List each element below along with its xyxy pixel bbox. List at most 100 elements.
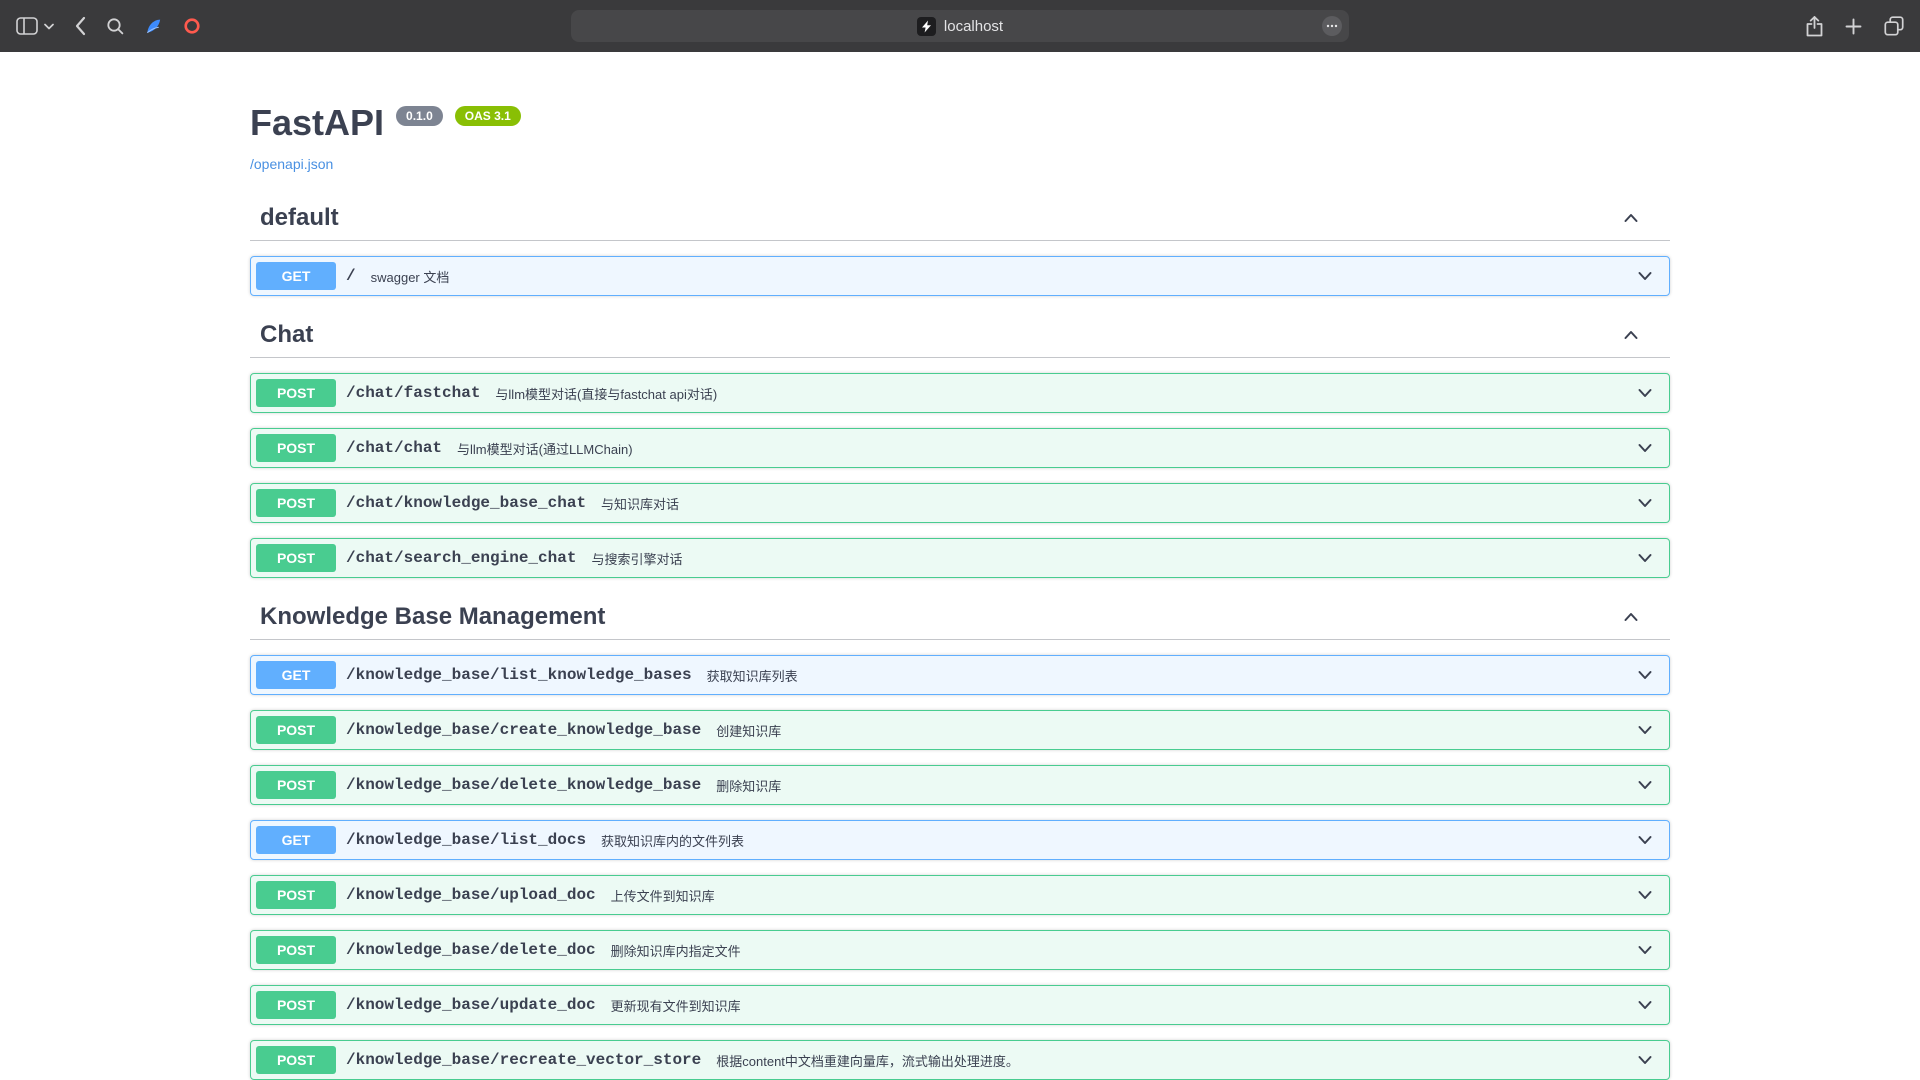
operation-description: swagger 文档 [371, 267, 1635, 286]
operation-description: 与llm模型对话(通过LLMChain) [457, 439, 1635, 458]
collapse-section-icon[interactable] [1621, 208, 1641, 228]
section-header[interactable]: default [250, 199, 1670, 241]
method-badge: GET [256, 262, 336, 290]
page-options-icon[interactable] [1322, 16, 1342, 36]
search-icon[interactable] [106, 17, 124, 35]
operation-description: 删除知识库 [716, 776, 1635, 795]
operation-row[interactable]: POST /chat/chat 与llm模型对话(通过LLMChain) [250, 428, 1670, 468]
operation-description: 根据content中文档重建向量库，流式输出处理进度。 [716, 1051, 1635, 1070]
tab-overview-icon[interactable] [1884, 16, 1904, 36]
expand-operation-icon[interactable] [1635, 775, 1655, 795]
section-title: Chat [260, 321, 1621, 349]
expand-operation-icon[interactable] [1635, 438, 1655, 458]
sections-container: default GET / swagger 文档 Chat POST /chat… [250, 199, 1670, 1080]
operation-path: /knowledge_base/recreate_vector_store [346, 1051, 701, 1069]
operation-description: 获取知识库列表 [707, 666, 1635, 685]
expand-operation-icon[interactable] [1635, 548, 1655, 568]
back-icon[interactable] [74, 16, 86, 36]
operation-row[interactable]: POST /knowledge_base/update_doc 更新现有文件到知… [250, 985, 1670, 1025]
expand-operation-icon[interactable] [1635, 995, 1655, 1015]
oas-badge: OAS 3.1 [455, 106, 521, 126]
operation-row[interactable]: POST /knowledge_base/delete_knowledge_ba… [250, 765, 1670, 805]
api-tag-section: Knowledge Base Management GET /knowledge… [250, 598, 1670, 1080]
operation-row[interactable]: POST /knowledge_base/upload_doc 上传文件到知识库 [250, 875, 1670, 915]
expand-operation-icon[interactable] [1635, 493, 1655, 513]
method-badge: POST [256, 434, 336, 462]
share-icon[interactable] [1806, 16, 1823, 37]
operations-list: GET / swagger 文档 [250, 241, 1670, 296]
operation-row[interactable]: POST /knowledge_base/create_knowledge_ba… [250, 710, 1670, 750]
operation-path: /knowledge_base/upload_doc [346, 886, 596, 904]
sidebar-toggle-icon[interactable] [16, 17, 38, 35]
operation-description: 创建知识库 [716, 721, 1635, 740]
operation-description: 删除知识库内指定文件 [611, 941, 1635, 960]
operation-path: /knowledge_base/delete_knowledge_base [346, 776, 701, 794]
extension-red-icon[interactable] [183, 17, 201, 35]
api-tag-section: Chat POST /chat/fastchat 与llm模型对话(直接与fas… [250, 316, 1670, 578]
expand-operation-icon[interactable] [1635, 940, 1655, 960]
method-badge: POST [256, 991, 336, 1019]
method-badge: POST [256, 489, 336, 517]
operation-row[interactable]: POST /knowledge_base/delete_doc 删除知识库内指定… [250, 930, 1670, 970]
operation-description: 更新现有文件到知识库 [611, 996, 1635, 1015]
expand-operation-icon[interactable] [1635, 665, 1655, 685]
method-badge: POST [256, 1046, 336, 1074]
expand-operation-icon[interactable] [1635, 383, 1655, 403]
operation-description: 获取知识库内的文件列表 [601, 831, 1635, 850]
method-badge: POST [256, 881, 336, 909]
api-info: FastAPI 0.1.0 OAS 3.1 /openapi.json [250, 102, 1670, 174]
content-wrapper: FastAPI 0.1.0 OAS 3.1 /openapi.json defa… [230, 102, 1690, 1080]
section-header[interactable]: Knowledge Base Management [250, 598, 1670, 640]
operations-list: GET /knowledge_base/list_knowledge_bases… [250, 640, 1670, 1080]
operation-path: /chat/chat [346, 439, 442, 457]
method-badge: POST [256, 544, 336, 572]
expand-operation-icon[interactable] [1635, 1050, 1655, 1070]
method-badge: GET [256, 826, 336, 854]
new-tab-icon[interactable] [1845, 18, 1862, 35]
api-title: FastAPI 0.1.0 OAS 3.1 [250, 102, 1670, 144]
sidebar-chevron-down-icon[interactable] [44, 23, 54, 30]
expand-operation-icon[interactable] [1635, 266, 1655, 286]
operation-row[interactable]: POST /chat/knowledge_base_chat 与知识库对话 [250, 483, 1670, 523]
operation-row[interactable]: POST /knowledge_base/recreate_vector_sto… [250, 1040, 1670, 1080]
operation-row[interactable]: GET /knowledge_base/list_knowledge_bases… [250, 655, 1670, 695]
method-badge: GET [256, 661, 336, 689]
operation-path: / [346, 267, 356, 285]
extension-blue-icon[interactable] [144, 17, 163, 36]
browser-toolbar: localhost [0, 0, 1920, 52]
method-badge: POST [256, 771, 336, 799]
method-badge: POST [256, 936, 336, 964]
openapi-spec-link[interactable]: /openapi.json [250, 156, 333, 172]
operation-path: /knowledge_base/create_knowledge_base [346, 721, 701, 739]
operation-row[interactable]: POST /chat/fastchat 与llm模型对话(直接与fastchat… [250, 373, 1670, 413]
section-title: default [260, 204, 1621, 232]
collapse-section-icon[interactable] [1621, 607, 1641, 627]
api-tag-section: default GET / swagger 文档 [250, 199, 1670, 296]
operation-path: /knowledge_base/delete_doc [346, 941, 596, 959]
operations-list: POST /chat/fastchat 与llm模型对话(直接与fastchat… [250, 358, 1670, 578]
operation-path: /chat/search_engine_chat [346, 549, 576, 567]
version-badge: 0.1.0 [396, 106, 443, 126]
section-header[interactable]: Chat [250, 316, 1670, 358]
operation-description: 上传文件到知识库 [611, 886, 1635, 905]
operation-row[interactable]: GET / swagger 文档 [250, 256, 1670, 296]
operation-description: 与llm模型对话(直接与fastchat api对话) [495, 384, 1635, 403]
operation-path: /knowledge_base/update_doc [346, 996, 596, 1014]
operation-path: /knowledge_base/list_knowledge_bases [346, 666, 692, 684]
expand-operation-icon[interactable] [1635, 885, 1655, 905]
expand-operation-icon[interactable] [1635, 720, 1655, 740]
operation-path: /chat/knowledge_base_chat [346, 494, 586, 512]
method-badge: POST [256, 379, 336, 407]
operation-row[interactable]: POST /chat/search_engine_chat 与搜索引擎对话 [250, 538, 1670, 578]
api-title-text: FastAPI [250, 102, 384, 144]
collapse-section-icon[interactable] [1621, 325, 1641, 345]
site-favicon-icon [917, 17, 936, 36]
method-badge: POST [256, 716, 336, 744]
address-bar[interactable]: localhost [571, 10, 1349, 42]
expand-operation-icon[interactable] [1635, 830, 1655, 850]
section-title: Knowledge Base Management [260, 603, 1621, 631]
swagger-page: FastAPI 0.1.0 OAS 3.1 /openapi.json defa… [0, 52, 1920, 1080]
url-text: localhost [944, 18, 1003, 35]
operation-path: /chat/fastchat [346, 384, 480, 402]
operation-row[interactable]: GET /knowledge_base/list_docs 获取知识库内的文件列… [250, 820, 1670, 860]
